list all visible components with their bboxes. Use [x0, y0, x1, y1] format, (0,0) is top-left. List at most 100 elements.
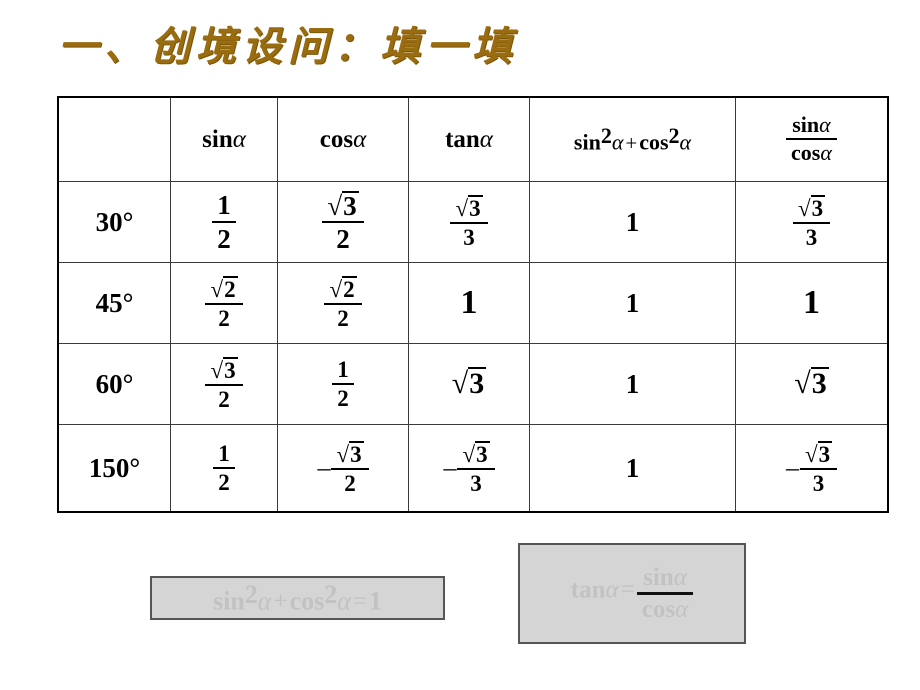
- square-root-icon: √3: [455, 194, 483, 221]
- equals-operator: =: [620, 576, 635, 604]
- ratio-value-cell: √3: [735, 343, 888, 425]
- fraction: √3 2: [331, 440, 369, 496]
- fraction: √3 3: [457, 440, 495, 496]
- square-root-icon: √3: [797, 194, 826, 221]
- ratio-den-alpha: α: [820, 140, 832, 165]
- fraction-denominator: 2: [218, 469, 230, 495]
- square-root-icon: √3: [462, 440, 490, 467]
- pyth-cos-exponent: 2: [668, 123, 680, 149]
- cos-function-name: cos: [289, 586, 325, 616]
- value: 1: [625, 287, 640, 318]
- square-root-icon: √2: [210, 275, 238, 302]
- value: 1: [625, 206, 640, 237]
- radicand: 3: [468, 194, 483, 221]
- sin-argument-alpha: α: [232, 125, 246, 153]
- fraction-denominator: 2: [218, 386, 230, 412]
- table-row: 45° √2 2 √2 2 1 1 1: [58, 262, 888, 344]
- tan-value-cell: √3: [408, 343, 530, 425]
- cos-value-cell: 1 2: [277, 343, 409, 425]
- radicand: 3: [810, 194, 826, 221]
- pyth-sin-exponent: 2: [600, 123, 612, 149]
- fraction: √3 2: [205, 356, 243, 412]
- pythagorean-identity-formula: sin2α+cos2α=1: [213, 580, 382, 616]
- sin-alpha: α: [257, 586, 272, 616]
- header-cell-pythagorean: sin2α+cos2α: [529, 97, 736, 182]
- cos-alpha: α: [337, 586, 351, 616]
- sin-function-name: sin: [202, 125, 233, 153]
- cos-value-cell: – √3 2: [277, 424, 409, 512]
- pythagorean-value-cell: 1: [529, 262, 736, 344]
- tan-alpha: α: [605, 576, 619, 604]
- sin-over-cos-fraction: sinα cosα: [636, 563, 694, 623]
- radicand: 3: [223, 356, 238, 383]
- radicand: 3: [817, 440, 833, 467]
- ratio-den-fn: cos: [791, 140, 821, 165]
- header-cell-empty: [58, 97, 171, 182]
- fraction-numerator: 1: [212, 191, 236, 223]
- fraction: 1 2: [213, 441, 235, 495]
- radicand: 3: [468, 367, 487, 400]
- fraction-numerator: √2: [324, 275, 362, 305]
- pythagorean-value-cell: 1: [529, 424, 736, 512]
- table-row: 60° √3 2 1 2 √3 1 √3: [58, 343, 888, 425]
- cos-exponent: 2: [324, 579, 338, 609]
- pyth-cos-alpha: α: [679, 129, 692, 155]
- negative-sign: –: [785, 453, 799, 482]
- tan-function-name: tan: [570, 576, 606, 604]
- table-row: 150° 1 2 – √3 2 – √3 3 1 – √3 3: [58, 424, 888, 512]
- ratio-num-fn: sin: [792, 112, 820, 138]
- fraction-numerator: √3: [205, 356, 243, 386]
- fraction-denominator: 2: [344, 470, 356, 496]
- fraction: 1 2: [332, 357, 354, 411]
- sin-value-cell: 1 2: [170, 424, 278, 512]
- fraction-denominator: 3: [812, 470, 825, 496]
- fraction: √3 2: [322, 190, 364, 254]
- angle-label: 30°: [95, 206, 134, 237]
- table-header-row: sinα cosα tanα sin2α+cos2α sinα cosα: [58, 97, 888, 182]
- radicand: 3: [342, 190, 359, 221]
- fraction-numerator: sinα: [636, 563, 694, 595]
- ratio-num-alpha: α: [819, 112, 831, 138]
- header-cell-sin: sinα: [170, 97, 278, 182]
- fraction-numerator: √3: [457, 440, 495, 470]
- fraction: 1 2: [212, 191, 236, 254]
- pythagorean-value-cell: 1: [529, 343, 736, 425]
- fraction: √3 3: [799, 440, 838, 496]
- pythagorean-identity-callout: sin2α+cos2α=1: [150, 576, 445, 620]
- fraction-denominator: 2: [217, 223, 231, 254]
- equals-operator: =: [352, 588, 367, 616]
- sin-function-name: sin: [643, 563, 674, 591]
- fraction: √2 2: [205, 275, 243, 331]
- fraction-numerator: √3: [792, 194, 831, 224]
- negative-sign: –: [317, 453, 331, 482]
- angle-cell: 30°: [58, 181, 171, 263]
- fraction-denominator: cosα: [637, 595, 693, 623]
- fraction-denominator: 3: [463, 224, 475, 250]
- sin-value-cell: 1 2: [170, 181, 278, 263]
- plus-operator: +: [273, 588, 288, 616]
- square-root-icon: √3: [451, 367, 487, 400]
- fraction-numerator: √3: [331, 440, 369, 470]
- fraction-denominator: 3: [805, 224, 818, 250]
- radicand: 2: [342, 275, 357, 302]
- angle-cell: 150°: [58, 424, 171, 512]
- pyth-plus-operator: +: [625, 130, 638, 155]
- tan-argument-alpha: α: [479, 125, 493, 153]
- value: 1: [625, 368, 640, 399]
- fraction-denominator: 2: [336, 224, 350, 254]
- ratio-value-cell: – √3 3: [735, 424, 888, 512]
- pyth-cos-name: cos: [639, 129, 669, 155]
- angle-label: 150°: [88, 452, 141, 483]
- ratio-value-cell: 1: [735, 262, 888, 344]
- value: 1: [625, 452, 640, 483]
- sin-over-cos-fraction: sinα cosα: [786, 112, 837, 165]
- tan-value-cell: 1: [408, 262, 530, 344]
- tangent-identity-formula: tanα= sinα cosα: [570, 563, 694, 623]
- fraction-numerator: √3: [450, 194, 488, 224]
- square-root-icon: √3: [794, 367, 829, 400]
- fraction-denominator: 2: [337, 305, 349, 331]
- fraction-denominator: 2: [218, 305, 230, 331]
- table-row: 30° 1 2 √3 2 √3 3 1 √3 3: [58, 181, 888, 263]
- angle-label: 45°: [95, 287, 134, 318]
- fraction-denominator: cosα: [786, 140, 837, 165]
